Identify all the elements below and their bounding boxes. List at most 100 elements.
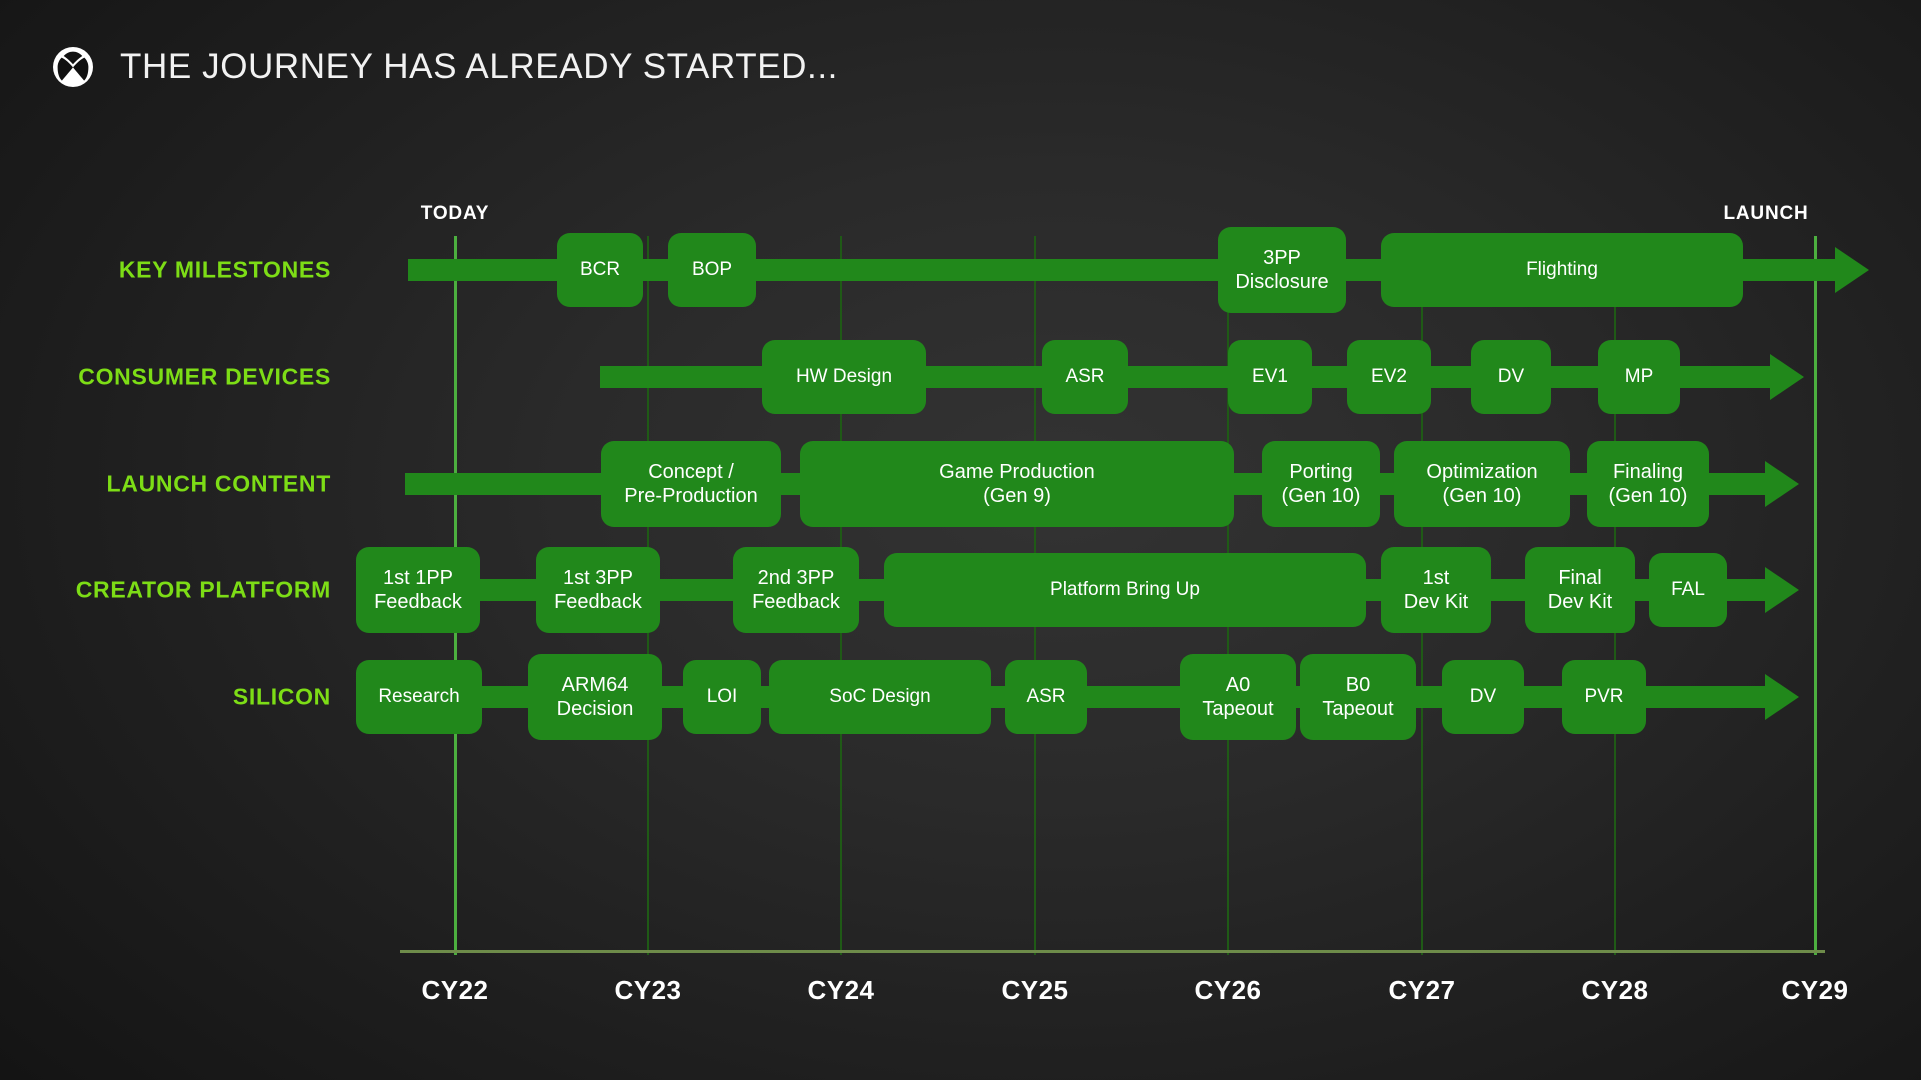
milestone-label-line: DV xyxy=(1497,366,1525,388)
milestone-pill[interactable]: Game Production (Gen 9) xyxy=(800,441,1234,527)
milestone-label-line: Porting xyxy=(1289,460,1353,483)
milestone-label-line: LOI xyxy=(706,686,738,708)
milestone-pill[interactable]: HW Design xyxy=(762,340,926,414)
milestone-pill[interactable]: EV1 xyxy=(1228,340,1312,414)
track-arrow-icon xyxy=(1770,354,1804,400)
milestone-label-line: 2nd 3PP xyxy=(757,566,835,589)
track-arrow-icon xyxy=(1835,247,1869,293)
milestone-label-line: BOP xyxy=(691,259,733,281)
milestone-pill[interactable]: 2nd 3PP Feedback xyxy=(733,547,859,633)
milestone-pill[interactable]: Concept / Pre-Production xyxy=(601,441,781,527)
milestone-pill[interactable]: EV2 xyxy=(1347,340,1431,414)
milestone-pill[interactable]: Flighting xyxy=(1381,233,1743,307)
milestone-pill[interactable]: DV xyxy=(1442,660,1524,734)
row-label-creator-platform: CREATOR PLATFORM xyxy=(75,576,331,603)
milestone-label-line: Feedback xyxy=(374,591,462,613)
axis-tick-cy25: CY25 xyxy=(1001,975,1069,1005)
axis-line xyxy=(400,950,1825,953)
axis-tick-cy28: CY28 xyxy=(1581,975,1649,1005)
axis-tick-cy24: CY24 xyxy=(807,975,875,1005)
milestone-pill[interactable]: 1st 3PP Feedback xyxy=(536,547,660,633)
roadmap-row: CONSUMER DEVICES HW Design ASR EV1 EV2 DV MP xyxy=(0,322,1921,432)
milestone-label-line: Dev Kit xyxy=(1547,591,1613,613)
row-label-consumer-devices: CONSUMER DEVICES xyxy=(78,363,331,390)
milestone-pill[interactable]: Platform Bring Up xyxy=(884,553,1366,627)
milestone-label-line: SoC Design xyxy=(829,686,931,708)
milestone-label-line: 1st 3PP xyxy=(562,566,634,589)
milestone-pill[interactable]: PVR xyxy=(1562,660,1646,734)
track-arrow-icon xyxy=(1765,461,1799,507)
milestone-label-line: 1st 1PP xyxy=(382,566,454,589)
milestone-pill[interactable]: 1st 1PP Feedback xyxy=(356,547,480,633)
milestone-label-line: Concept / xyxy=(648,460,734,483)
row-label-silicon: SILICON xyxy=(232,683,331,710)
milestone-label-line: Feedback xyxy=(554,591,642,613)
milestone-label-line: Platform Bring Up xyxy=(1050,579,1200,601)
roadmap-chart: TODAY LAUNCH KEY MILESTONES BCR BOP 3PP Disclo… xyxy=(0,0,1921,1080)
milestone-label-line: Tapeout xyxy=(1322,698,1394,720)
milestone-label-line: MP xyxy=(1624,366,1654,388)
milestone-label-line: FAL xyxy=(1671,579,1705,601)
milestone-label-line: (Gen 10) xyxy=(1281,485,1361,507)
milestone-label-line: Optimization xyxy=(1426,460,1538,483)
slide-canvas: THE JOURNEY HAS ALREADY STARTED... TODAY… xyxy=(0,0,1921,1080)
roadmap-row: KEY MILESTONES BCR BOP 3PP Disclosure Flighti… xyxy=(0,215,1921,325)
milestone-pill[interactable]: FAL xyxy=(1649,553,1727,627)
row-label-key-milestones: KEY MILESTONES xyxy=(118,256,331,283)
milestone-pill[interactable]: Final Dev Kit xyxy=(1525,547,1635,633)
roadmap-row: LAUNCH CONTENT Concept / Pre-Production Gam… xyxy=(0,429,1921,539)
milestone-pill[interactable]: BOP xyxy=(668,233,756,307)
milestone-label-line: HW Design xyxy=(795,366,893,388)
milestone-pill[interactable]: B0 Tapeout xyxy=(1300,654,1416,740)
milestone-label-line: 1st xyxy=(1422,566,1450,589)
milestone-pill[interactable]: ARM64 Decision xyxy=(528,654,662,740)
axis-tick-cy29: CY29 xyxy=(1781,975,1849,1005)
milestone-pill[interactable]: 3PP Disclosure xyxy=(1218,227,1346,313)
milestone-label-line: Decision xyxy=(556,698,634,720)
track-arrow-icon xyxy=(1765,567,1799,613)
milestone-label-line: EV1 xyxy=(1252,366,1288,388)
milestone-label-line: A0 xyxy=(1225,673,1251,696)
track-arrow-icon xyxy=(1765,674,1799,720)
milestone-label-line: (Gen 10) xyxy=(1608,485,1688,507)
milestone-pill[interactable]: BCR xyxy=(557,233,643,307)
milestone-label-line: PVR xyxy=(1584,686,1624,708)
milestone-label-line: Flighting xyxy=(1526,259,1598,281)
milestone-label-line: Pre-Production xyxy=(624,485,758,507)
milestone-label-line: Game Production xyxy=(939,460,1095,483)
milestone-label-line: ASR xyxy=(1065,366,1105,388)
milestone-label-line: Final xyxy=(1558,566,1602,589)
milestone-label-line: Dev Kit xyxy=(1403,591,1469,613)
milestone-label-line: ARM64 xyxy=(561,673,629,696)
milestone-pill[interactable]: DV xyxy=(1471,340,1551,414)
milestone-label-line: BCR xyxy=(579,259,621,281)
milestone-label-line: Finaling xyxy=(1612,460,1684,483)
roadmap-row: SILICON Research ARM64 Decision LOI SoC Desig… xyxy=(0,642,1921,752)
milestone-pill[interactable]: MP xyxy=(1598,340,1680,414)
milestone-pill[interactable]: Research xyxy=(356,660,482,734)
axis-tick-cy27: CY27 xyxy=(1388,975,1456,1005)
milestone-label-line: ASR xyxy=(1026,686,1066,708)
milestone-label-line: DV xyxy=(1469,686,1497,708)
milestone-pill[interactable]: Finaling (Gen 10) xyxy=(1587,441,1709,527)
milestone-pill[interactable]: SoC Design xyxy=(769,660,991,734)
milestone-label-line: 3PP xyxy=(1263,246,1301,269)
milestone-label-line: (Gen 10) xyxy=(1442,485,1522,507)
milestone-pill[interactable]: LOI xyxy=(683,660,761,734)
milestone-label-line: Disclosure xyxy=(1235,271,1329,293)
axis-tick-cy22: CY22 xyxy=(421,975,489,1005)
milestone-pill[interactable]: 1st Dev Kit xyxy=(1381,547,1491,633)
milestone-label-line: Research xyxy=(378,686,460,708)
milestone-pill[interactable]: ASR xyxy=(1005,660,1087,734)
milestone-label-line: Tapeout xyxy=(1202,698,1274,720)
milestone-label-line: EV2 xyxy=(1371,366,1407,388)
axis-tick-cy26: CY26 xyxy=(1194,975,1262,1005)
roadmap-row: CREATOR PLATFORM 1st 1PP Feedback 1st 3PP Fe… xyxy=(0,535,1921,645)
milestone-pill[interactable]: Optimization (Gen 10) xyxy=(1394,441,1570,527)
row-label-launch-content: LAUNCH CONTENT xyxy=(106,470,331,497)
milestone-label-line: B0 xyxy=(1345,673,1371,696)
milestone-label-line: Feedback xyxy=(752,591,840,613)
milestone-pill[interactable]: A0 Tapeout xyxy=(1180,654,1296,740)
milestone-pill[interactable]: Porting (Gen 10) xyxy=(1262,441,1380,527)
milestone-pill[interactable]: ASR xyxy=(1042,340,1128,414)
